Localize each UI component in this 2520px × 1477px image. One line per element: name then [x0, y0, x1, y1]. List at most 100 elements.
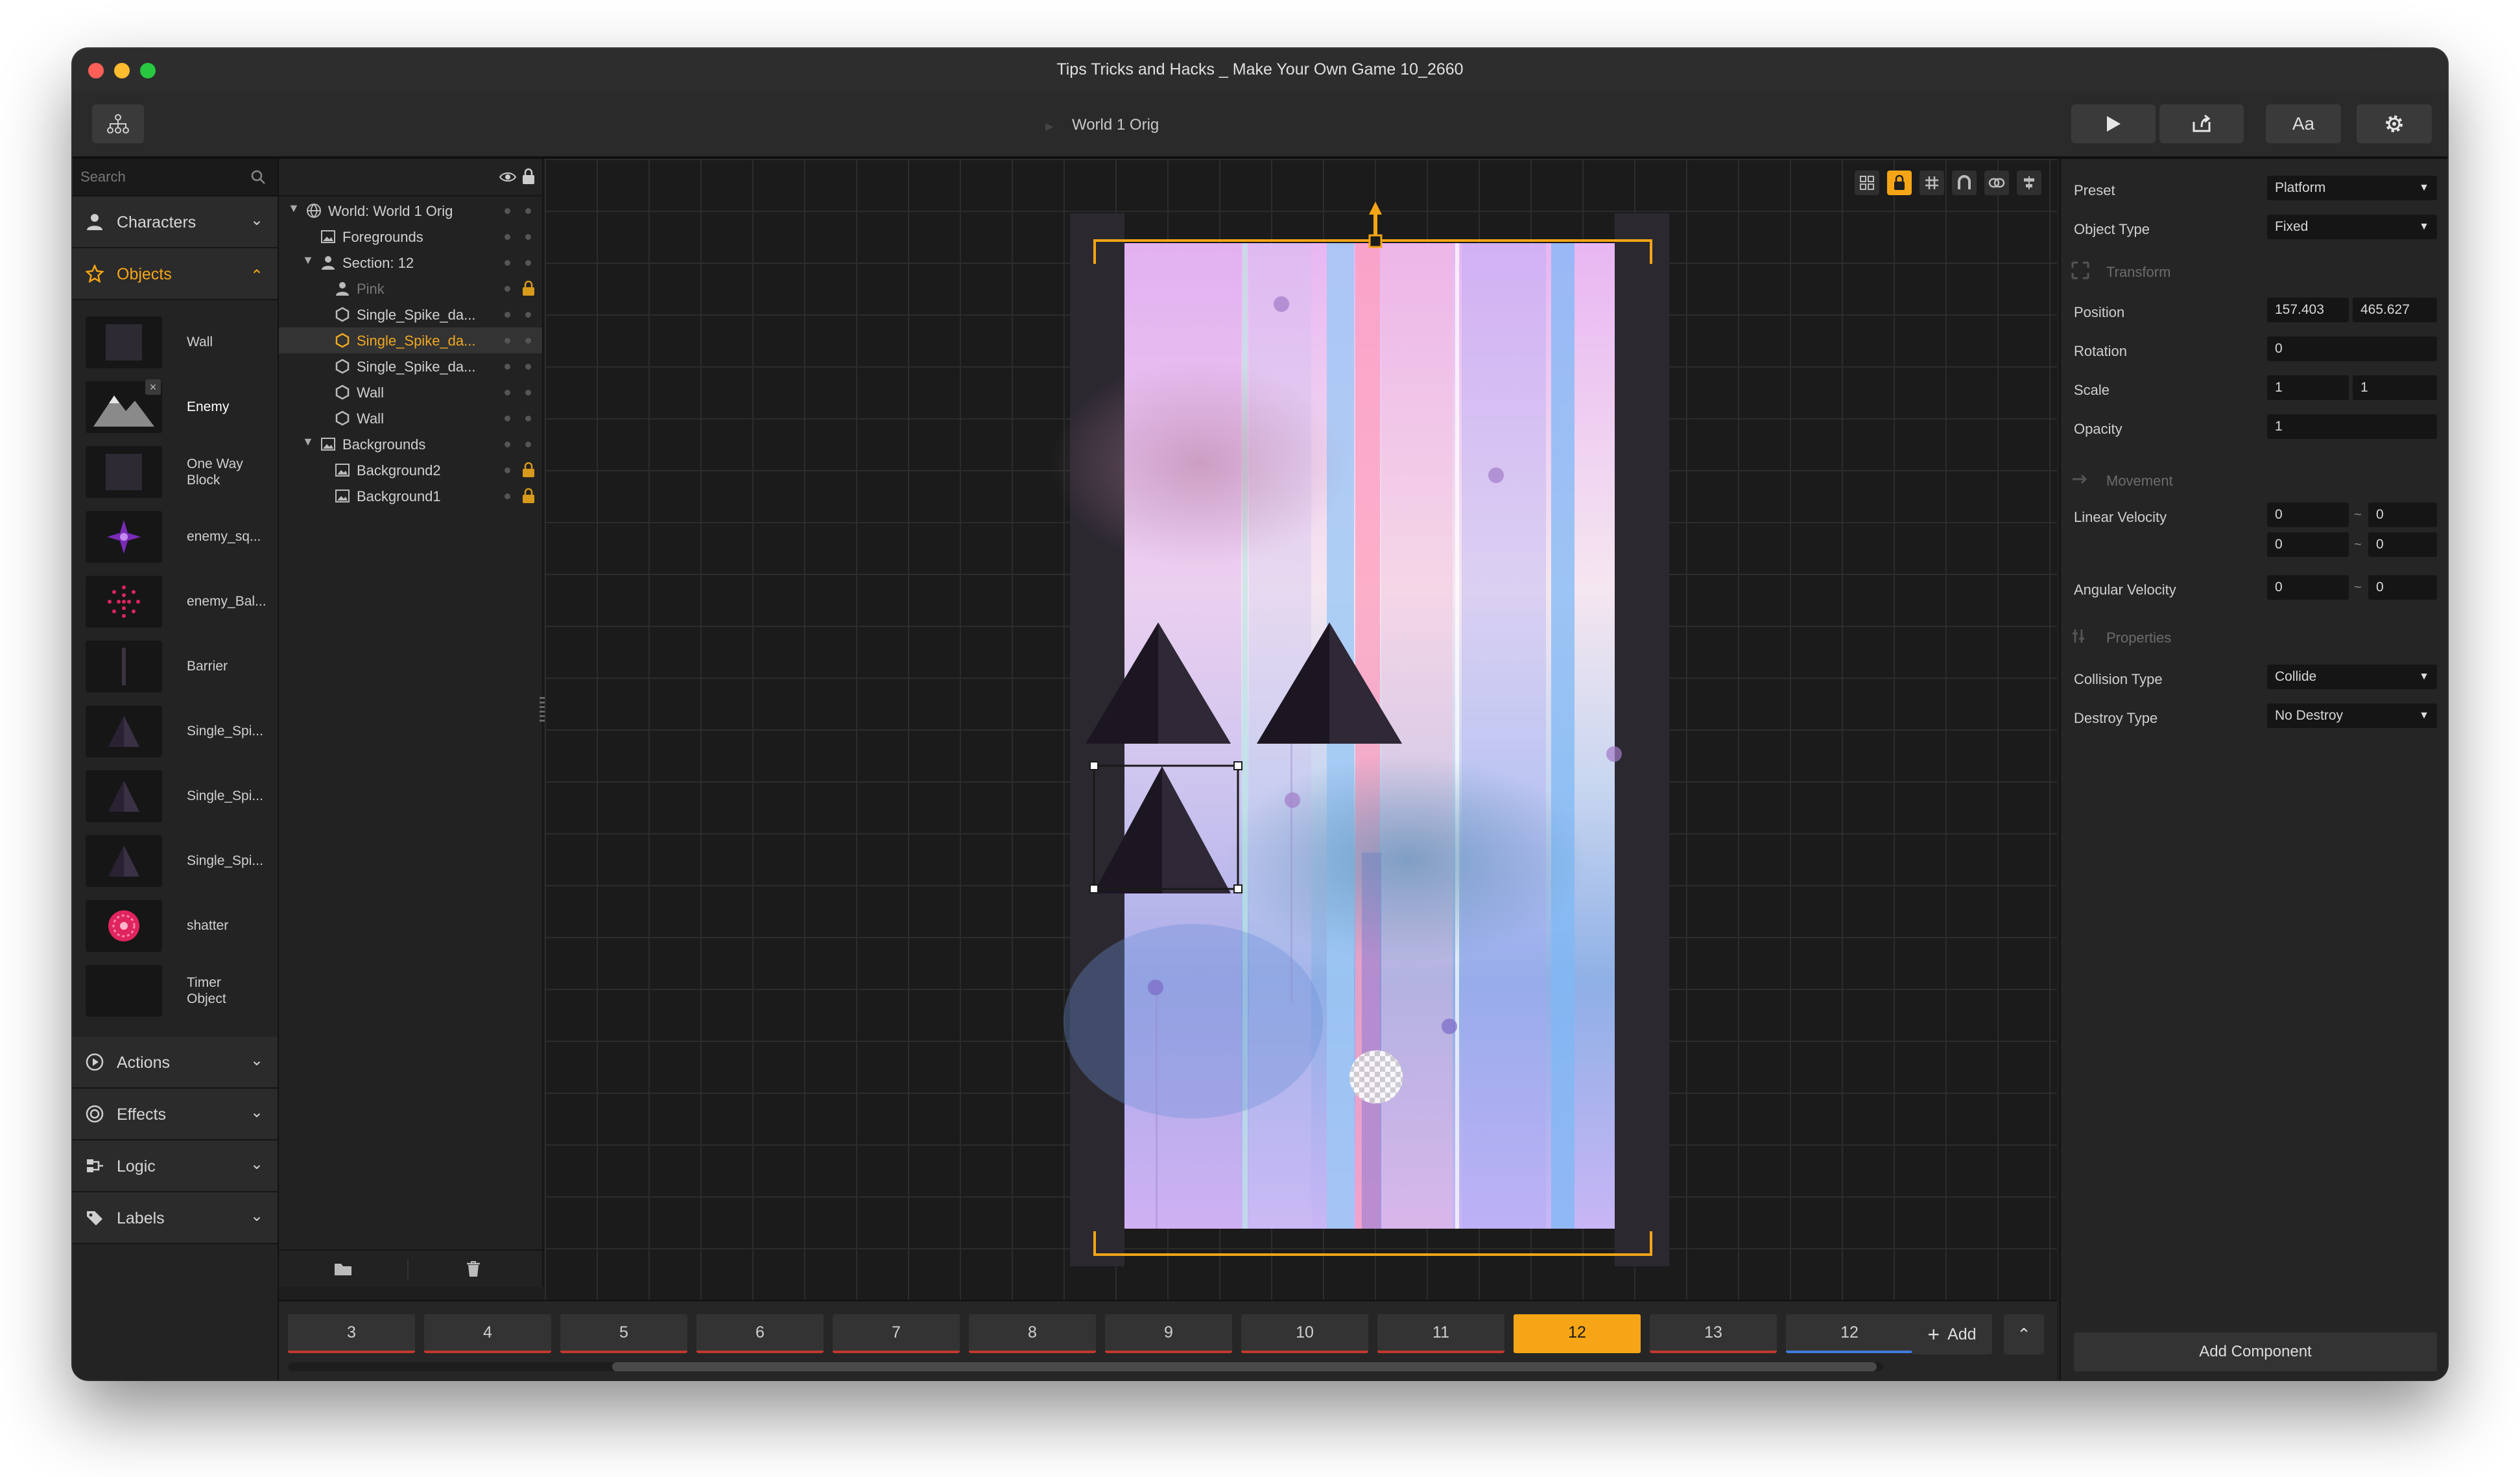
- rotation-field[interactable]: 0: [2267, 337, 2437, 361]
- position-y-field[interactable]: 465.627: [2353, 298, 2437, 322]
- lock-icon[interactable]: [521, 280, 537, 296]
- section-tab[interactable]: 13: [1650, 1314, 1777, 1353]
- lock-dot[interactable]: [525, 260, 531, 266]
- category-objects[interactable]: Objects ⌃: [73, 248, 278, 300]
- hierarchy-row[interactable]: Wall: [279, 405, 542, 431]
- expand-arrow-icon[interactable]: ▼: [302, 435, 314, 449]
- category-effects[interactable]: Effects ⌄: [73, 1089, 278, 1140]
- hierarchy-row[interactable]: Background1: [279, 483, 542, 509]
- scene-canvas[interactable]: [545, 159, 2057, 1300]
- object-type-select[interactable]: Fixed ▼: [2267, 215, 2437, 239]
- hierarchy-toggle-button[interactable]: [92, 104, 144, 143]
- library-item-enemy-bal[interactable]: enemy_Bal...: [86, 573, 274, 631]
- section-tab[interactable]: 9: [1105, 1314, 1232, 1353]
- linear-x-max-field[interactable]: 0: [2368, 502, 2437, 527]
- lock-dot[interactable]: [525, 312, 531, 318]
- visibility-dot[interactable]: [505, 260, 510, 266]
- timeline-scroll-thumb[interactable]: [612, 1362, 1877, 1371]
- hierarchy-row[interactable]: ▼ Section: 12: [279, 250, 542, 276]
- lock-dot[interactable]: [525, 208, 531, 214]
- position-x-field[interactable]: 157.403: [2267, 298, 2349, 322]
- lock-icon[interactable]: [521, 462, 537, 478]
- section-tab[interactable]: 12: [1786, 1314, 1913, 1353]
- lock-dot[interactable]: [525, 234, 531, 240]
- lock-dot[interactable]: [525, 416, 531, 421]
- library-item-single-spike-3[interactable]: Single_Spi...: [86, 832, 274, 890]
- linear-y-max-field[interactable]: 0: [2368, 532, 2437, 557]
- visibility-dot[interactable]: [505, 208, 510, 214]
- play-button[interactable]: [2071, 104, 2156, 143]
- library-item-shatter[interactable]: shatter: [86, 897, 274, 955]
- visibility-dot[interactable]: [505, 416, 510, 421]
- section-tab[interactable]: 11: [1377, 1314, 1504, 1353]
- visibility-dot[interactable]: [505, 493, 510, 499]
- remove-icon[interactable]: ×: [145, 379, 161, 395]
- library-item-one-way-block[interactable]: One Way Block: [86, 443, 274, 501]
- visibility-dot[interactable]: [505, 234, 510, 240]
- share-button[interactable]: [2159, 104, 2244, 143]
- visibility-dot[interactable]: [505, 467, 510, 473]
- library-item-wall[interactable]: Wall: [86, 313, 274, 372]
- category-actions[interactable]: Actions ⌄: [73, 1037, 278, 1089]
- lock-icon[interactable]: [521, 168, 536, 185]
- lock-dot[interactable]: [525, 338, 531, 344]
- lock-dot[interactable]: [525, 390, 531, 396]
- collapse-timeline-button[interactable]: ⌃: [2004, 1314, 2044, 1354]
- visibility-dot[interactable]: [505, 442, 510, 447]
- collision-type-select[interactable]: Collide ▼: [2267, 665, 2437, 689]
- trash-icon[interactable]: [466, 1260, 481, 1278]
- preset-select[interactable]: Platform ▼: [2267, 176, 2437, 200]
- library-item-single-spike-2[interactable]: Single_Spi...: [86, 767, 274, 825]
- hierarchy-row[interactable]: Background2: [279, 457, 542, 483]
- hierarchy-row[interactable]: Foregrounds: [279, 224, 542, 250]
- expand-arrow-icon[interactable]: ▼: [288, 202, 300, 215]
- angular-max-field[interactable]: 0: [2368, 575, 2437, 600]
- visibility-dot[interactable]: [505, 390, 510, 396]
- hierarchy-row[interactable]: Single_Spike_da...: [279, 353, 542, 379]
- hierarchy-row[interactable]: Single_Spike_da...: [279, 301, 542, 327]
- search-input[interactable]: [79, 167, 237, 187]
- hierarchy-row[interactable]: Single_Spike_da...: [279, 327, 542, 353]
- visibility-dot[interactable]: [505, 286, 510, 292]
- panel-resize-handle[interactable]: [540, 697, 545, 723]
- eye-icon[interactable]: [499, 171, 516, 183]
- linear-x-min-field[interactable]: 0: [2267, 502, 2349, 527]
- angular-min-field[interactable]: 0: [2267, 575, 2349, 600]
- expand-arrow-icon[interactable]: ▼: [302, 254, 314, 267]
- visibility-dot[interactable]: [505, 338, 510, 344]
- add-section-button[interactable]: + Add: [1912, 1314, 1992, 1354]
- library-item-enemy-sq[interactable]: enemy_sq...: [86, 508, 274, 566]
- scale-y-field[interactable]: 1: [2353, 375, 2437, 400]
- category-labels[interactable]: Labels ⌄: [73, 1192, 278, 1244]
- section-tab[interactable]: 4: [424, 1314, 551, 1353]
- folder-icon[interactable]: [333, 1261, 353, 1277]
- category-logic[interactable]: Logic ⌄: [73, 1140, 278, 1192]
- section-tab[interactable]: 6: [696, 1314, 824, 1353]
- section-tab[interactable]: 8: [969, 1314, 1096, 1353]
- scale-x-field[interactable]: 1: [2267, 375, 2349, 400]
- opacity-field[interactable]: 1: [2267, 414, 2437, 439]
- library-item-timer-object[interactable]: Timer Object: [86, 962, 274, 1020]
- lock-dot[interactable]: [525, 364, 531, 370]
- settings-button[interactable]: [2357, 104, 2432, 143]
- lock-dot[interactable]: [525, 442, 531, 447]
- add-component-button[interactable]: Add Component: [2074, 1332, 2437, 1371]
- section-tab[interactable]: 10: [1241, 1314, 1368, 1353]
- hierarchy-row[interactable]: ▼ World: World 1 Orig: [279, 198, 542, 224]
- destroy-type-select[interactable]: No Destroy ▼: [2267, 703, 2437, 728]
- section-tab[interactable]: 3: [288, 1314, 415, 1353]
- lock-icon[interactable]: [521, 488, 537, 504]
- breadcrumb[interactable]: ▶ World 1 Orig: [1045, 116, 1159, 134]
- section-tab[interactable]: 7: [833, 1314, 960, 1353]
- visibility-dot[interactable]: [505, 364, 510, 370]
- timeline-scrollbar[interactable]: [288, 1362, 1883, 1371]
- hierarchy-row[interactable]: Pink: [279, 276, 542, 301]
- font-button[interactable]: Aa: [2266, 104, 2341, 143]
- visibility-dot[interactable]: [505, 312, 510, 318]
- hierarchy-row[interactable]: Wall: [279, 379, 542, 405]
- category-characters[interactable]: Characters ⌄: [73, 196, 278, 248]
- library-item-enemy[interactable]: × Enemy: [86, 378, 274, 436]
- library-item-barrier[interactable]: Barrier: [86, 637, 274, 696]
- hierarchy-row[interactable]: ▼ Backgrounds: [279, 431, 542, 457]
- section-tab[interactable]: 5: [560, 1314, 687, 1353]
